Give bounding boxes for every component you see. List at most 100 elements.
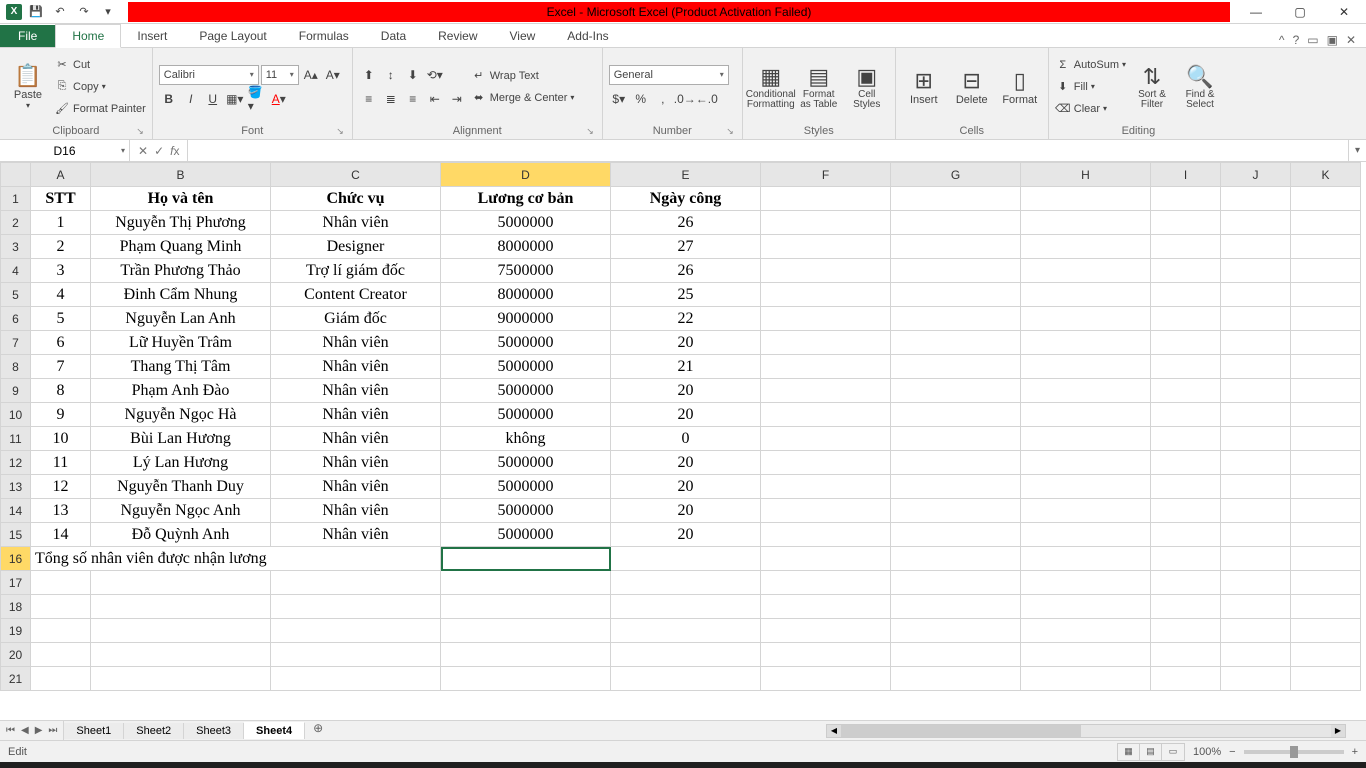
cell[interactable] [1291, 307, 1361, 331]
cell[interactable] [1021, 547, 1151, 571]
cell[interactable] [1151, 355, 1221, 379]
redo-button[interactable]: ↷ [74, 3, 94, 21]
cell[interactable]: 20 [611, 451, 761, 475]
cell[interactable] [761, 547, 891, 571]
cell[interactable] [761, 595, 891, 619]
scroll-thumb[interactable] [841, 725, 1081, 737]
cell[interactable]: Lý Lan Hương [91, 451, 271, 475]
cell[interactable]: 8000000 [441, 283, 611, 307]
cell[interactable] [1221, 475, 1291, 499]
align-middle-button[interactable]: ↕ [381, 65, 401, 85]
cell[interactable] [31, 595, 91, 619]
cell[interactable] [1291, 571, 1361, 595]
cell[interactable] [1291, 403, 1361, 427]
cell[interactable] [1151, 667, 1221, 691]
cell[interactable]: Nguyễn Lan Anh [91, 307, 271, 331]
cell[interactable] [1151, 547, 1221, 571]
grow-font-button[interactable]: A▴ [301, 65, 321, 85]
cell[interactable]: 5000000 [441, 379, 611, 403]
qat-customize[interactable]: ▾ [98, 3, 118, 21]
cell[interactable] [1021, 259, 1151, 283]
cell-styles-button[interactable]: ▣Cell Styles [845, 54, 889, 120]
zoom-slider[interactable] [1244, 750, 1344, 754]
ribbon-tab-home[interactable]: Home [55, 24, 121, 48]
cell[interactable]: Nguyễn Ngọc Anh [91, 499, 271, 523]
row-header[interactable]: 1 [1, 187, 31, 211]
conditional-formatting-button[interactable]: ▦Conditional Formatting [749, 54, 793, 120]
cell[interactable]: 5000000 [441, 499, 611, 523]
cell[interactable] [611, 571, 761, 595]
cell[interactable] [891, 259, 1021, 283]
cell[interactable]: Nguyễn Thị Phương [91, 211, 271, 235]
cell[interactable] [1221, 523, 1291, 547]
cell[interactable]: 22 [611, 307, 761, 331]
cell[interactable]: 20 [611, 403, 761, 427]
cell[interactable]: 20 [611, 331, 761, 355]
cell[interactable] [1021, 355, 1151, 379]
cell[interactable] [1221, 235, 1291, 259]
row-header[interactable]: 20 [1, 643, 31, 667]
row-header[interactable]: 12 [1, 451, 31, 475]
fx-icon[interactable]: fx [170, 144, 179, 158]
cell[interactable]: Nhân viên [271, 331, 441, 355]
cell[interactable] [441, 667, 611, 691]
sheet-tab[interactable]: Sheet4 [244, 722, 305, 739]
cell[interactable] [891, 667, 1021, 691]
cell[interactable]: Lữ Huyền Trâm [91, 331, 271, 355]
decrease-indent-button[interactable]: ⇤ [425, 89, 445, 109]
cell[interactable] [91, 571, 271, 595]
page-break-view-button[interactable]: ▭ [1162, 744, 1184, 760]
cell[interactable]: Phạm Anh Đào [91, 379, 271, 403]
cell[interactable] [1291, 427, 1361, 451]
cell[interactable] [1151, 187, 1221, 211]
cell[interactable]: Ngày công [611, 187, 761, 211]
normal-view-button[interactable]: ▦ [1118, 744, 1140, 760]
cell[interactable] [1151, 379, 1221, 403]
row-header[interactable]: 15 [1, 523, 31, 547]
cell[interactable]: Nhân viên [271, 211, 441, 235]
cell[interactable] [1291, 667, 1361, 691]
cell[interactable]: Content Creator [271, 283, 441, 307]
cell[interactable] [891, 211, 1021, 235]
ribbon-tab-page-layout[interactable]: Page Layout [183, 25, 282, 47]
cell[interactable] [31, 619, 91, 643]
cell[interactable]: Nhân viên [271, 379, 441, 403]
zoom-out-button[interactable]: − [1229, 746, 1235, 758]
row-header[interactable]: 5 [1, 283, 31, 307]
cell[interactable]: Trợ lí giám đốc [271, 259, 441, 283]
cell[interactable] [1291, 451, 1361, 475]
cell[interactable] [761, 499, 891, 523]
number-format-select[interactable]: General▾ [609, 65, 729, 85]
cell[interactable]: 25 [611, 283, 761, 307]
alignment-dialog-icon[interactable]: ↘ [586, 126, 594, 137]
cell[interactable] [1021, 523, 1151, 547]
zoom-level[interactable]: 100% [1193, 746, 1221, 758]
cell[interactable] [1221, 427, 1291, 451]
zoom-in-button[interactable]: + [1352, 746, 1358, 758]
cell[interactable] [91, 595, 271, 619]
align-top-button[interactable]: ⬆ [359, 65, 379, 85]
cell[interactable] [761, 283, 891, 307]
row-header[interactable]: 8 [1, 355, 31, 379]
cell[interactable] [441, 619, 611, 643]
cell[interactable]: 6 [31, 331, 91, 355]
cell[interactable] [1221, 331, 1291, 355]
cell[interactable]: 12 [31, 475, 91, 499]
cell[interactable] [761, 187, 891, 211]
clear-button[interactable]: ⌫Clear▾ [1055, 99, 1126, 119]
taskbar-app[interactable]: e [138, 762, 182, 768]
sheet-tab[interactable]: Sheet3 [184, 723, 244, 739]
cell[interactable] [31, 667, 91, 691]
cell[interactable] [1151, 595, 1221, 619]
paste-button[interactable]: 📋Paste▾ [6, 54, 50, 120]
cell[interactable]: 5000000 [441, 355, 611, 379]
row-header[interactable]: 13 [1, 475, 31, 499]
cell[interactable] [761, 475, 891, 499]
column-header[interactable]: F [761, 163, 891, 187]
row-header[interactable]: 6 [1, 307, 31, 331]
cell[interactable]: Nhân viên [271, 523, 441, 547]
doc-close[interactable]: ✕ [1346, 33, 1356, 47]
cell[interactable] [761, 379, 891, 403]
formula-input[interactable] [188, 140, 1348, 161]
row-header[interactable]: 18 [1, 595, 31, 619]
